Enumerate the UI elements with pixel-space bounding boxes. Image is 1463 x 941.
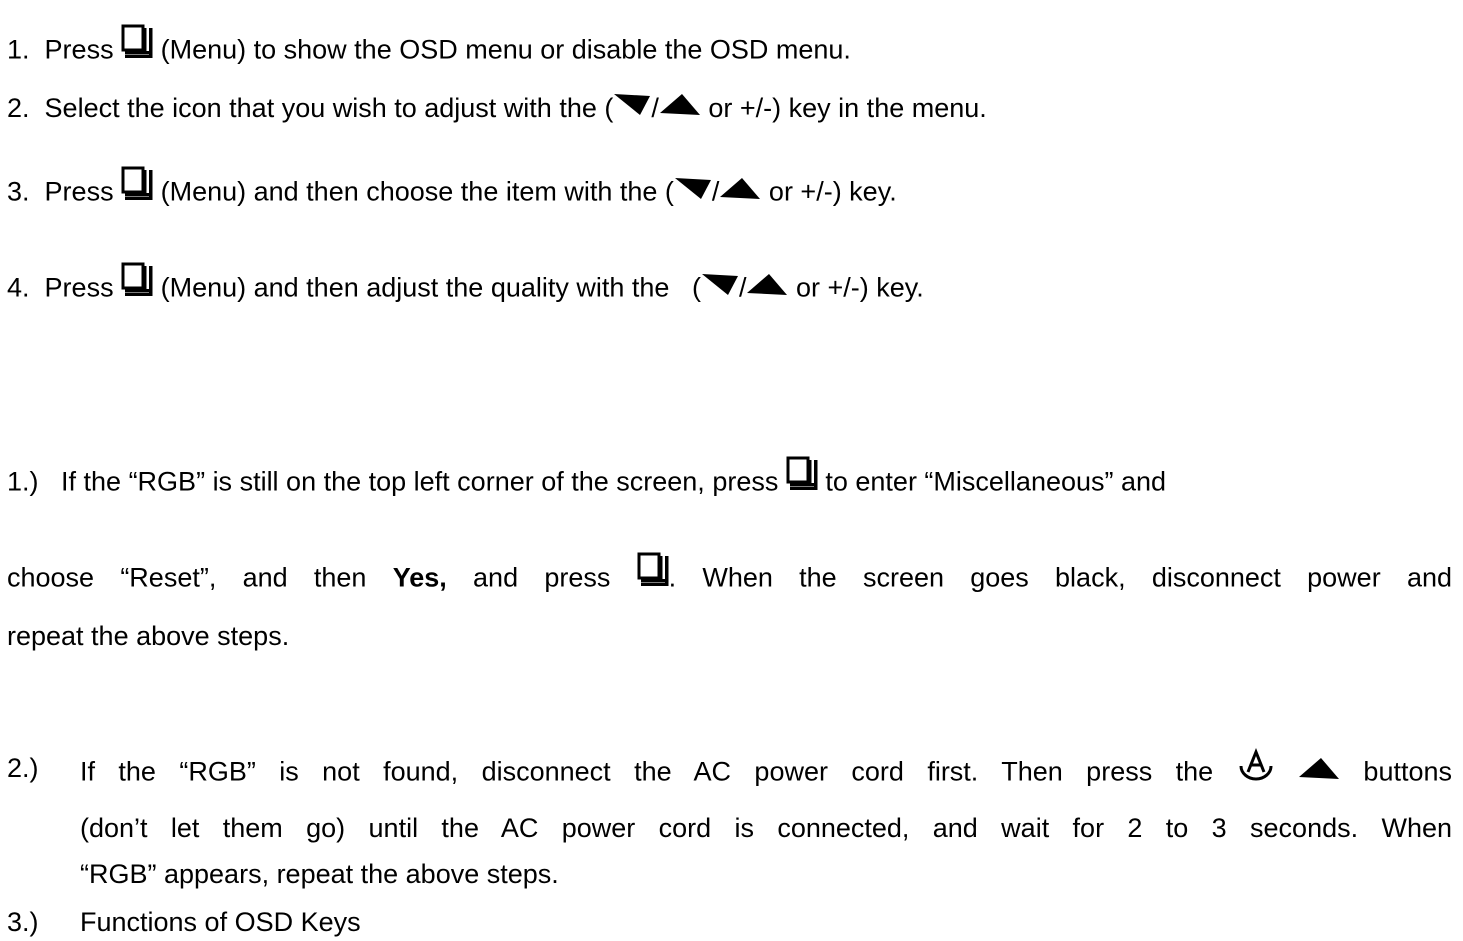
step-text: Select the icon that you wish to adjust … [44, 93, 614, 123]
step-text: Press [44, 34, 114, 65]
step-number: 3. [7, 176, 30, 207]
note-3-text: Functions of OSD Keys [80, 906, 361, 938]
note-text: . When the screen goes black, disconnect… [668, 562, 1452, 593]
up-arrow-icon [746, 273, 788, 306]
note-2-line-2: (don’t let them go) until the AC power c… [80, 812, 1452, 844]
step-text: or +/-) key in the menu. [708, 93, 987, 123]
note-2-number: 2.) [7, 752, 39, 784]
note-text: “RGB” appears, repeat the above steps. [80, 859, 559, 889]
menu-icon [121, 24, 153, 73]
note-text: If the “RGB” is still on the top left co… [61, 466, 779, 497]
note-text: repeat the above steps. [7, 621, 290, 651]
yes-option: Yes, [392, 562, 447, 593]
step-3: 3. Press (Menu) and then choose the item… [7, 166, 897, 215]
step-4: 4. Press (Menu) and then adjust the qual… [7, 262, 924, 311]
note-text: Functions of OSD Keys [80, 907, 361, 937]
step-text: (Menu) and then adjust the quality with … [160, 272, 670, 303]
step-text: (Menu) to show the OSD menu or disable t… [160, 34, 851, 65]
step-2: 2. Select the icon that you wish to adju… [7, 92, 987, 126]
note-3: 3.) [7, 906, 39, 938]
menu-icon [121, 262, 153, 311]
note-text: choose “Reset”, and then [7, 562, 367, 593]
note-2-line-1: If the “RGB” is not found, disconnect th… [80, 747, 1452, 795]
down-arrow-icon [674, 177, 712, 210]
menu-icon [637, 552, 669, 601]
note-text: to enter “Miscellaneous” and [825, 466, 1167, 497]
note-text: buttons [1363, 756, 1452, 787]
up-arrow-icon [1298, 757, 1340, 790]
step-text: Press [44, 176, 114, 207]
auto-adjust-icon [1237, 747, 1275, 795]
note-text: (don’t let them go) until the AC power c… [80, 813, 1452, 843]
down-arrow-icon [613, 93, 651, 126]
step-text: or +/-) key. [768, 176, 897, 207]
step-text: Press [44, 272, 114, 303]
note-text: If the “RGB” is not found, disconnect th… [80, 756, 1214, 787]
note-1-line-1: 1.) If the “RGB” is still on the top lef… [7, 456, 1167, 505]
up-arrow-icon [719, 177, 761, 210]
step-number: 4. [7, 272, 30, 303]
step-text: (Menu) and then choose the item with the… [160, 176, 674, 207]
note-2-line-3: “RGB” appears, repeat the above steps. [80, 858, 559, 890]
note-number: 2.) [7, 753, 39, 783]
note-1-line-2: choose “Reset”, and then Yes, and press … [7, 552, 1452, 601]
note-number: 1.) [7, 466, 39, 497]
menu-icon [786, 456, 818, 505]
step-text: or +/-) key. [795, 272, 924, 303]
step-text: ( [691, 272, 701, 303]
note-text: and press [473, 562, 611, 593]
step-number: 2. [7, 93, 30, 123]
note-number: 3.) [7, 907, 39, 937]
step-1: 1. Press (Menu) to show the OSD menu or … [7, 24, 851, 73]
up-arrow-icon [659, 93, 701, 126]
down-arrow-icon [701, 273, 739, 306]
step-number: 1. [7, 34, 30, 65]
note-1-line-3: repeat the above steps. [7, 620, 289, 652]
menu-icon [121, 166, 153, 215]
